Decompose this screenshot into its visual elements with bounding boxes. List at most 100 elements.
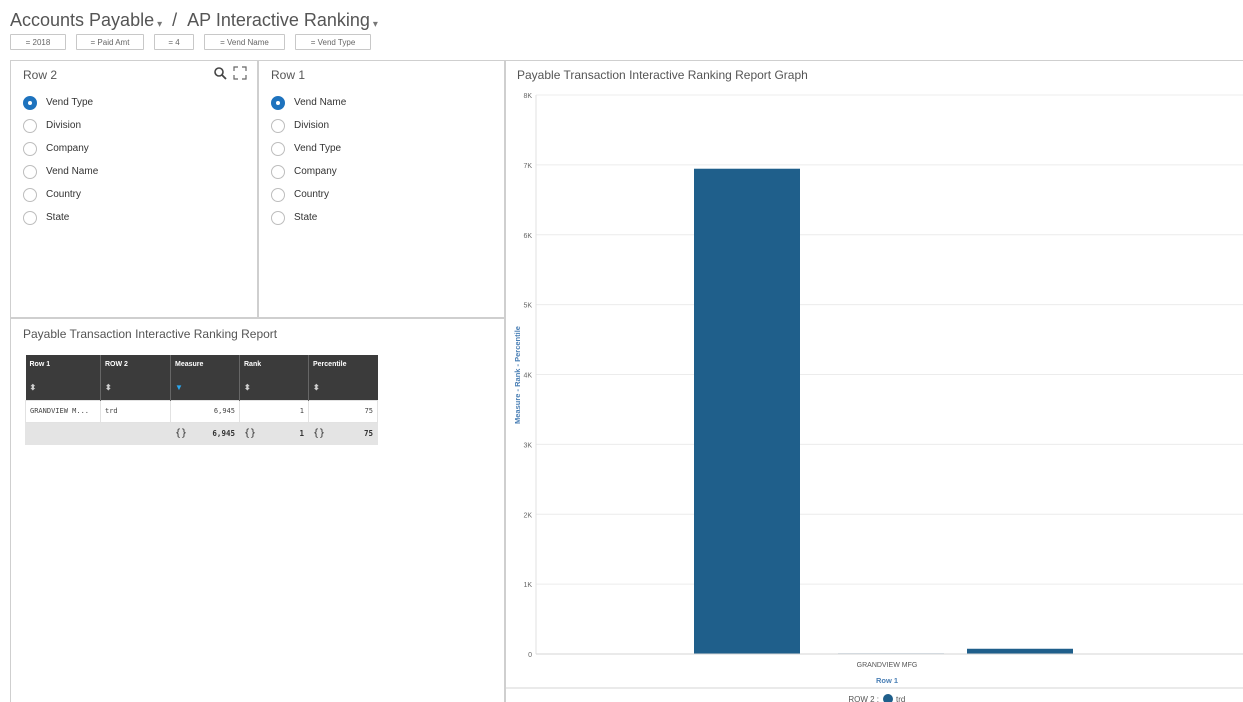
total-rank: 1 [299,428,304,438]
panel-title: Payable Transaction Interactive Ranking … [23,327,278,341]
column-header-percentile[interactable]: Percentile ⬍ [308,355,378,400]
chart-bar-measure[interactable] [694,168,800,654]
ranking-table: Row 1 ⬍ ROW 2 ⬍ Measure ▼ Rank ⬍ Percentile ⬍… [25,355,378,445]
radio-option-vend-name[interactable]: Vend Name [271,91,346,114]
filter-rank-count[interactable]: = 4 [154,34,194,50]
ranking-bar-chart: 0 1K 2K 3K 4K 5K 6K 7K 8K Measure - Rank - Percen… [506,93,1243,702]
column-label: Row 1 [29,361,51,368]
chart-bar-percentile[interactable] [967,648,1073,654]
radio-option-division[interactable]: Division [23,114,98,137]
radio-unselected-icon[interactable] [271,141,285,156]
radio-unselected-icon[interactable] [271,118,285,133]
radio-unselected-icon[interactable] [23,141,37,156]
radio-option-country[interactable]: Country [271,183,346,206]
filter-bar: = 2018 = Paid Amt = 4 = Vend Name = Vend… [10,34,371,50]
filter-row1[interactable]: = Vend Name [204,34,285,50]
radio-unselected-icon[interactable] [23,118,37,133]
search-icon[interactable] [213,66,227,80]
ranking-graph-panel: Payable Transaction Interactive Ranking … [505,60,1243,702]
cell-measure: 6,945 [170,399,240,423]
radio-option-division[interactable]: Division [271,114,346,137]
filter-row2[interactable]: = Vend Type [295,34,371,50]
chevron-down-icon[interactable]: ▾ [373,19,378,30]
breadcrumb-separator: / [172,10,178,30]
column-label: Percentile [313,361,347,368]
y-axis-title: Measure - Rank - Percentile [513,326,522,424]
y-tick-label: 4K [523,373,532,380]
table-header-row: Row 1 ⬍ ROW 2 ⬍ Measure ▼ Rank ⬍ Percentile ⬍ [25,355,378,400]
radio-option-vend-name[interactable]: Vend Name [23,160,98,183]
y-tick-label: 1K [523,582,532,589]
radio-label: Vend Type [294,143,342,154]
row2-option-list: Vend Type Division Company Vend Name Country… [23,91,98,229]
radio-option-country[interactable]: Country [23,183,98,206]
table-row[interactable]: GRANDVIEW M... trd 6,945 1 75 [25,399,378,423]
radio-label: Company [46,143,89,154]
row1-option-list: Vend Name Division Vend Type Company Country… [271,91,346,229]
column-label: Rank [244,361,262,368]
radio-option-vend-type[interactable]: Vend Type [271,137,346,160]
totals-percentile-cell: {} 75 [308,421,378,445]
column-header-rank[interactable]: Rank ⬍ [239,355,309,400]
totals-row: {} 6,945 {} 1 {} 75 [25,421,378,445]
radio-option-vend-type[interactable]: Vend Type [23,91,98,114]
radio-unselected-icon[interactable] [271,187,285,202]
radio-label: Division [46,120,82,131]
breadcrumb-ap-interactive-ranking[interactable]: AP Interactive Ranking ▾ [187,10,378,31]
aggregate-icon[interactable]: {} [313,428,325,439]
page-header: Accounts Payable ▾ / AP Interactive Ranki… [10,10,378,31]
radio-option-company[interactable]: Company [271,160,346,183]
totals-measure-cell: {} 6,945 [170,421,240,445]
cell-percentile: 75 [308,399,378,423]
column-header-measure[interactable]: Measure ▼ [170,355,240,400]
radio-option-state[interactable]: State [271,206,346,229]
radio-label: State [46,212,70,223]
breadcrumb-label: AP Interactive Ranking [187,10,370,30]
breadcrumb-accounts-payable[interactable]: Accounts Payable ▾ [10,10,162,31]
totals-empty-cell [25,421,101,445]
sort-icon[interactable]: ⬍ [30,384,37,392]
radio-label: Division [294,120,330,131]
totals-empty-cell [100,421,171,445]
radio-label: Vend Name [294,97,347,108]
radio-unselected-icon[interactable] [23,210,37,225]
expand-icon[interactable] [233,66,247,80]
filter-amount-type[interactable]: = Paid Amt [76,34,144,50]
totals-rank-cell: {} 1 [239,421,309,445]
radio-unselected-icon[interactable] [271,164,285,179]
sort-icon[interactable]: ⬍ [244,384,251,392]
x-tick-label: GRANDVIEW MFG [857,662,918,669]
row1-selector-panel: Row 1 Vend Name Division Vend Type Company C… [258,60,505,318]
panel-title: Row 2 [23,68,58,82]
filter-year[interactable]: = 2018 [10,34,66,50]
ranking-report-panel: Payable Transaction Interactive Ranking … [10,318,505,702]
cell-row2: trd [100,399,171,423]
breadcrumb-label: Accounts Payable [10,10,155,30]
chevron-down-icon[interactable]: ▾ [157,19,162,30]
radio-label: Vend Name [46,166,99,177]
radio-option-company[interactable]: Company [23,137,98,160]
column-label: Measure [175,361,204,368]
sort-descending-icon[interactable]: ▼ [175,384,183,392]
radio-label: Country [46,189,82,200]
legend-item-label[interactable]: trd [896,695,905,702]
sort-icon[interactable]: ⬍ [105,384,112,392]
radio-label: Company [294,166,337,177]
column-header-row2[interactable]: ROW 2 ⬍ [100,355,171,400]
sort-icon[interactable]: ⬍ [313,384,320,392]
aggregate-icon[interactable]: {} [244,428,256,439]
panel-title: Row 1 [271,68,306,82]
radio-option-state[interactable]: State [23,206,98,229]
y-tick-label: 8K [523,93,532,100]
y-tick-label: 0 [528,652,532,659]
y-tick-label: 7K [523,163,532,170]
radio-unselected-icon[interactable] [271,210,285,225]
column-header-row1[interactable]: Row 1 ⬍ [25,355,101,400]
aggregate-icon[interactable]: {} [175,428,187,439]
radio-unselected-icon[interactable] [23,187,37,202]
radio-unselected-icon[interactable] [23,164,37,179]
panel-tools [213,66,247,80]
radio-selected-icon[interactable] [271,95,285,110]
legend-swatch-icon[interactable] [883,694,893,702]
radio-selected-icon[interactable] [23,95,37,110]
